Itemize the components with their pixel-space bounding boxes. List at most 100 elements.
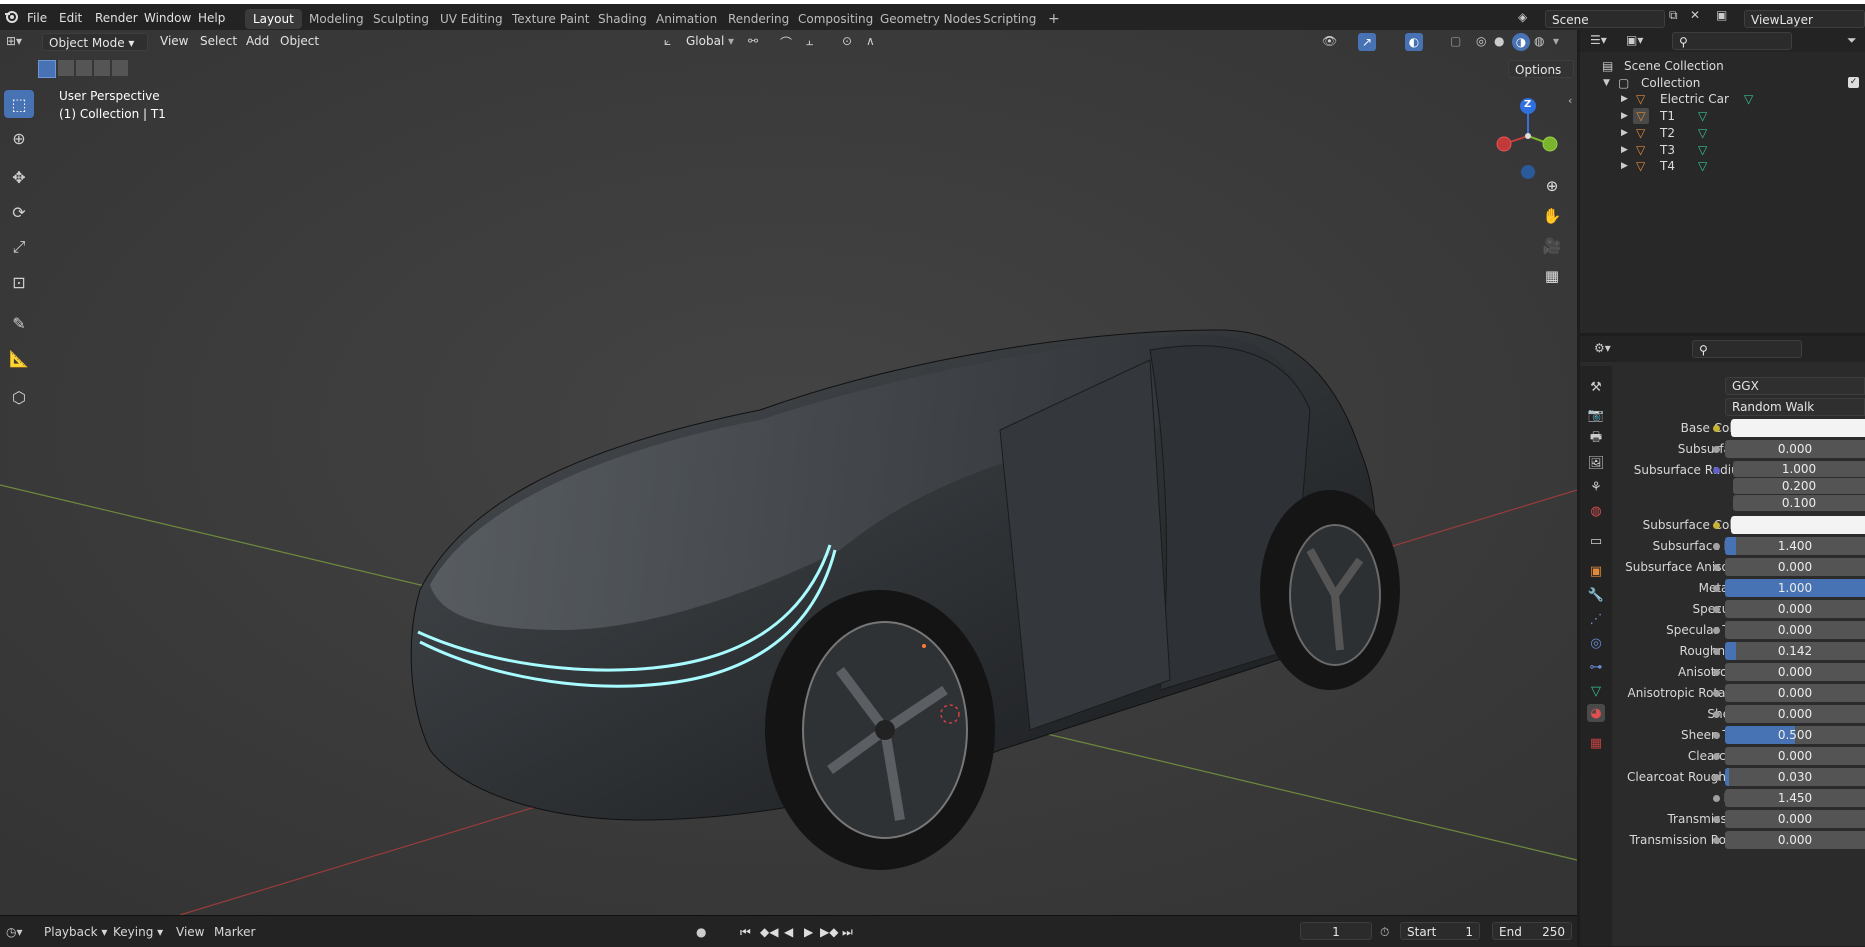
camera-icon[interactable]: 🎥: [1540, 234, 1564, 258]
play-icon[interactable]: ▶: [804, 925, 813, 939]
options-dropdown[interactable]: Options: [1508, 60, 1574, 78]
output-tab-icon[interactable]: 🖶: [1587, 430, 1605, 448]
gizmo-toggle-icon[interactable]: ↗: [1358, 33, 1376, 51]
world-tab-icon[interactable]: ◍: [1587, 502, 1605, 520]
socket-dot-icon[interactable]: [1713, 585, 1720, 592]
tool-tab-icon[interactable]: ⚒: [1587, 378, 1605, 396]
measure-tool[interactable]: 📐: [4, 344, 34, 372]
tab-shading[interactable]: Shading: [590, 9, 655, 29]
marker-menu[interactable]: Marker: [214, 925, 255, 939]
socket-dot-icon[interactable]: [1713, 564, 1720, 571]
rotate-tool[interactable]: ⟳: [4, 198, 34, 226]
value-slider[interactable]: 0.000: [1725, 684, 1865, 702]
cursor-tool[interactable]: ⊕: [4, 124, 34, 152]
pan-hand-icon[interactable]: ✋: [1540, 204, 1564, 228]
vector-component-field[interactable]: 0.100: [1733, 495, 1865, 511]
view-layer-field[interactable]: ViewLayer: [1744, 10, 1865, 28]
add-workspace-button[interactable]: +: [1040, 9, 1068, 29]
socket-dot-icon[interactable]: [1713, 627, 1720, 634]
socket-dot-icon[interactable]: [1713, 425, 1720, 432]
menu-render[interactable]: Render: [95, 11, 138, 25]
value-slider[interactable]: 0.142: [1725, 642, 1865, 660]
tab-texture-paint[interactable]: Texture Paint: [504, 9, 597, 29]
socket-dot-icon[interactable]: [1713, 467, 1720, 474]
mode-dropdown[interactable]: Object Mode ▾: [42, 33, 148, 51]
data-tab-icon[interactable]: ▽: [1587, 682, 1605, 700]
constraints-tab-icon[interactable]: ⊶: [1587, 658, 1605, 676]
socket-dot-icon[interactable]: [1713, 711, 1720, 718]
solid-shading-icon[interactable]: ●: [1494, 34, 1504, 48]
modifier-tab-icon[interactable]: 🔧: [1587, 586, 1605, 604]
timeline-editor-icon[interactable]: ◷▾: [6, 925, 23, 939]
current-frame-field[interactable]: 1: [1300, 922, 1372, 940]
tab-uv-editing[interactable]: UV Editing: [432, 9, 511, 29]
socket-dot-icon[interactable]: [1713, 795, 1720, 802]
properties-editor-icon[interactable]: ⚙▾: [1594, 341, 1611, 355]
menu-select[interactable]: Select: [200, 34, 237, 48]
jump-end-icon[interactable]: ⏭: [842, 925, 853, 940]
physics-tab-icon[interactable]: ◎: [1587, 634, 1605, 652]
tab-compositing[interactable]: Compositing: [790, 9, 881, 29]
scene-icon[interactable]: ◈: [1518, 10, 1527, 24]
value-slider[interactable]: 0.000: [1725, 621, 1865, 639]
wireframe-shading-icon[interactable]: ◎: [1476, 34, 1486, 48]
select-extend-icon[interactable]: [58, 60, 74, 76]
tab-sculpting[interactable]: Sculpting: [365, 9, 437, 29]
transform-orientation-icon[interactable]: ⟀: [664, 34, 671, 49]
shading-options-icon[interactable]: ▾: [1553, 34, 1559, 48]
tab-geometry-nodes[interactable]: Geometry Nodes: [872, 9, 989, 29]
select-new-icon[interactable]: [38, 60, 56, 78]
collection-checkbox[interactable]: ✓: [1848, 77, 1859, 88]
menu-help[interactable]: Help: [198, 11, 225, 25]
socket-dot-icon[interactable]: [1713, 606, 1720, 613]
socket-dot-icon[interactable]: [1713, 543, 1720, 550]
timeline-view-menu[interactable]: View: [176, 925, 204, 939]
clock-icon[interactable]: ⏱: [1380, 925, 1389, 940]
3d-viewport[interactable]: ⊞▾ Object Mode ▾ View Select Add Object …: [0, 30, 1577, 915]
expand-right-icon[interactable]: ▶: [1621, 156, 1628, 176]
falloff-icon[interactable]: ∧: [866, 34, 875, 48]
properties-search-input[interactable]: ⚲: [1692, 340, 1802, 358]
playback-menu[interactable]: Playback ▾: [44, 925, 107, 939]
scene-tab-icon[interactable]: ⚘: [1587, 478, 1605, 496]
rendered-shading-icon[interactable]: ◍: [1534, 34, 1544, 48]
new-scene-icon[interactable]: ⧉: [1669, 8, 1678, 23]
vector-component-field[interactable]: 1.000: [1733, 461, 1865, 477]
vector-component-field[interactable]: 0.200: [1733, 478, 1865, 494]
tab-rendering[interactable]: Rendering: [720, 9, 797, 29]
socket-dot-icon[interactable]: [1713, 522, 1720, 529]
prev-keyframe-icon[interactable]: ◆◀: [760, 925, 778, 939]
menu-object[interactable]: Object: [280, 34, 319, 48]
keying-menu[interactable]: Keying ▾: [113, 925, 163, 939]
select-box-tool[interactable]: ⬚: [4, 90, 34, 118]
proportional-edit-icon[interactable]: ⊙: [842, 34, 852, 48]
tab-scripting[interactable]: Scripting: [975, 9, 1044, 29]
annotate-tool[interactable]: ✎: [4, 309, 34, 337]
orientation-dropdown[interactable]: Global: [686, 34, 724, 48]
select-intersect-icon[interactable]: [112, 60, 128, 76]
outliner-row-t4[interactable]: ▶ ▽ T4 ▽: [1580, 156, 1865, 176]
material-preview-icon[interactable]: ◑: [1512, 33, 1530, 51]
value-slider[interactable]: 0.000: [1725, 705, 1865, 723]
socket-dot-icon[interactable]: [1713, 774, 1720, 781]
chevron-down-icon[interactable]: ▾: [728, 34, 734, 48]
render-tab-icon[interactable]: 📷: [1587, 406, 1605, 424]
blender-logo-icon[interactable]: [4, 9, 18, 23]
value-slider[interactable]: 0.500: [1725, 726, 1865, 744]
value-slider[interactable]: 0.000: [1725, 663, 1865, 681]
snap-target-icon[interactable]: ⫠: [806, 34, 813, 49]
socket-dot-icon[interactable]: [1713, 837, 1720, 844]
display-mode-icon[interactable]: ▣▾: [1626, 33, 1643, 47]
socket-dot-icon[interactable]: [1713, 669, 1720, 676]
value-slider[interactable]: 1.400: [1725, 537, 1865, 555]
distribution-dropdown[interactable]: GGX: [1725, 377, 1865, 395]
select-invert-icon[interactable]: [94, 60, 110, 76]
scene-name-field[interactable]: Scene: [1545, 10, 1665, 28]
value-slider[interactable]: 0.000: [1725, 810, 1865, 828]
tab-modeling[interactable]: Modeling: [301, 9, 372, 29]
socket-dot-icon[interactable]: [1713, 690, 1720, 697]
zoom-icon[interactable]: ⊕: [1540, 174, 1564, 198]
record-icon[interactable]: ●: [696, 925, 706, 939]
view-layer-tab-icon[interactable]: 🖼: [1587, 454, 1605, 472]
object-tab-icon[interactable]: ▣: [1587, 562, 1605, 580]
